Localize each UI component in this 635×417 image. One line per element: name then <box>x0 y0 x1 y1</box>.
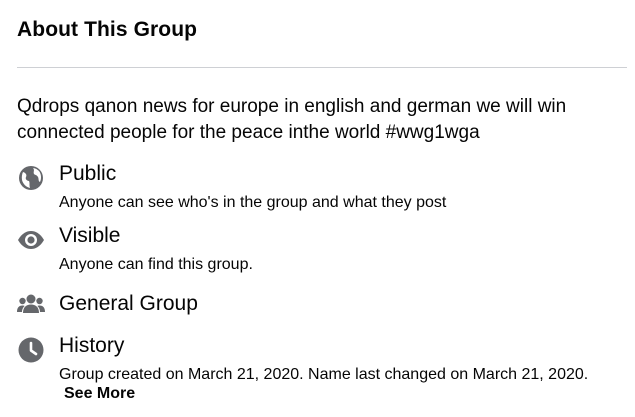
eye-icon <box>17 226 45 254</box>
globe-icon <box>17 164 45 192</box>
group-type-title: General Group <box>59 292 198 315</box>
history-subtitle: Group created on March 21, 2020. Name la… <box>59 366 589 383</box>
privacy-title: Public <box>59 162 117 185</box>
clock-icon <box>17 336 45 364</box>
visibility-title: Visible <box>59 224 121 247</box>
history-title: History <box>59 334 125 357</box>
group-description: Qdrops qanon news for europe in english … <box>17 96 567 143</box>
people-icon <box>17 290 45 318</box>
about-group-card: About This Group Qdrops qanon news for e… <box>0 0 635 417</box>
privacy-subtitle: Anyone can see who's in the group and wh… <box>59 194 447 211</box>
visibility-subtitle: Anyone can find this group. <box>59 256 253 273</box>
see-more-link[interactable]: See More <box>64 385 135 403</box>
divider <box>17 67 627 68</box>
section-title: About This Group <box>17 18 198 41</box>
